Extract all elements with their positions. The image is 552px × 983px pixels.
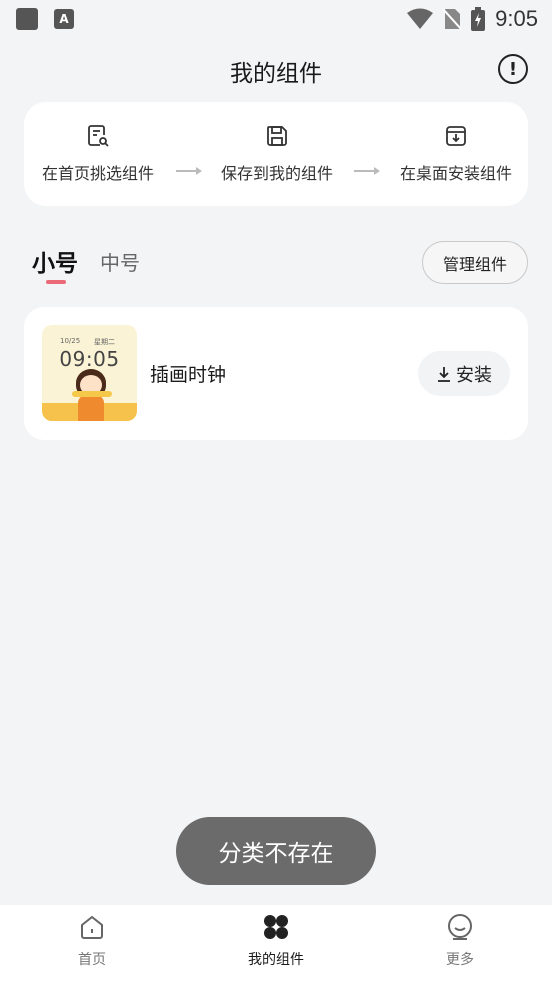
face-icon [448, 914, 472, 940]
nav-label: 我的组件 [248, 952, 304, 968]
exclamation-icon: ! [508, 58, 518, 80]
status-bar: A 9:05 [0, 0, 552, 38]
thumb-weekday: 星期二 [94, 338, 115, 346]
step-install: 在桌面安装组件 [400, 124, 512, 184]
page-title: 我的组件 [230, 61, 322, 87]
widget-name: 插画时钟 [150, 364, 227, 386]
bottom-nav: 首页 我的组件 更多 [0, 905, 552, 983]
info-button[interactable]: ! [498, 54, 528, 84]
tab-small-label: 小号 [32, 251, 78, 277]
notification-square-icon [16, 8, 38, 30]
widget-card[interactable]: 10/25 星期二 09:05 插画时钟 安装 [24, 307, 528, 440]
arrow-icon [175, 167, 202, 175]
battery-charging-icon [471, 7, 486, 31]
nav-my-widgets[interactable]: 我的组件 [184, 905, 368, 983]
install-label: 安装 [456, 364, 492, 386]
thumb-date: 10/25 [60, 337, 81, 345]
nav-more[interactable]: 更多 [368, 905, 552, 983]
steps-card: 在首页挑选组件 保存到我的组件 在桌面安装组件 [24, 102, 528, 206]
no-sim-icon [443, 8, 462, 30]
search-document-icon [88, 125, 109, 147]
install-box-icon [446, 126, 466, 146]
nav-home[interactable]: 首页 [0, 905, 184, 983]
size-tabs: 小号 中号 [32, 244, 140, 284]
install-button[interactable]: 安装 [418, 351, 510, 396]
save-icon [267, 126, 287, 146]
active-tab-indicator [46, 280, 66, 284]
tab-medium[interactable]: 中号 [100, 247, 140, 278]
font-app-icon: A [54, 9, 74, 29]
manage-widgets-button[interactable]: 管理组件 [422, 241, 528, 284]
thumb-time: 09:05 [59, 347, 120, 371]
step-pick: 在首页挑选组件 [42, 124, 154, 184]
wifi-icon [407, 8, 434, 29]
status-time: 9:05 [495, 6, 538, 31]
step-label: 保存到我的组件 [220, 164, 333, 183]
tab-small[interactable]: 小号 [32, 244, 78, 284]
widget-thumbnail: 10/25 星期二 09:05 [42, 325, 137, 421]
girl-scarf [72, 391, 112, 397]
nav-label: 更多 [446, 952, 474, 968]
step-label: 在桌面安装组件 [399, 164, 512, 183]
step-label: 在首页挑选组件 [42, 164, 155, 183]
home-icon [81, 915, 103, 939]
app-header: 我的组件 ! [0, 40, 552, 100]
girl-body [78, 395, 104, 421]
toast-message: 分类不存在 [176, 817, 376, 885]
download-icon [438, 366, 450, 382]
step-save: 保存到我的组件 [221, 124, 333, 184]
nav-label: 首页 [78, 952, 106, 968]
clover-icon [264, 915, 288, 939]
arrow-icon [354, 167, 381, 175]
